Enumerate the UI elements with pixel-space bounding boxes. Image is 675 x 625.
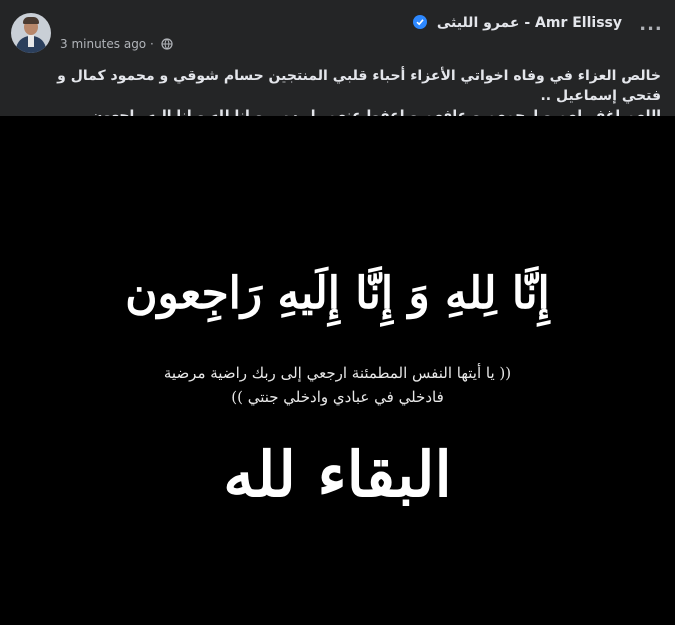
author-name[interactable]: Amr Ellissy - عمرو الليثى <box>437 15 622 31</box>
meta-separator: · <box>149 37 154 51</box>
author-avatar[interactable] <box>11 13 51 53</box>
facebook-post: Amr Ellissy - عمرو الليثى ... 3 minutes … <box>0 0 675 625</box>
post-meta: 3 minutes ago · <box>60 37 173 53</box>
caption-line: خالص العزاء في وفاه اخواتي الأعزاء أحباء… <box>57 68 661 104</box>
verified-badge-icon <box>413 15 427 29</box>
post-timestamp[interactable]: 3 minutes ago <box>60 37 146 51</box>
calligraphy-condolence: البقاء لله <box>223 438 452 511</box>
post-header: Amr Ellissy - عمرو الليثى ... 3 minutes … <box>0 0 675 62</box>
globe-icon <box>161 38 173 53</box>
calligraphy-verse: إِنَّا لِلهِ وَ إِنَّا إِلَيهِ رَاجِعون <box>125 268 550 319</box>
quran-verse-line: (( يا أيتها النفس المطمئنة ارجعي إلى ربك… <box>163 364 512 382</box>
quran-verse-line: فادخلي في عبادي وادخلي جنتي )) <box>231 388 444 406</box>
post-image[interactable]: إِنَّا لِلهِ وَ إِنَّا إِلَيهِ رَاجِعون … <box>0 116 675 625</box>
more-options-icon[interactable]: ... <box>635 16 667 38</box>
author-name-row: Amr Ellissy - عمرو الليثى <box>413 15 622 31</box>
